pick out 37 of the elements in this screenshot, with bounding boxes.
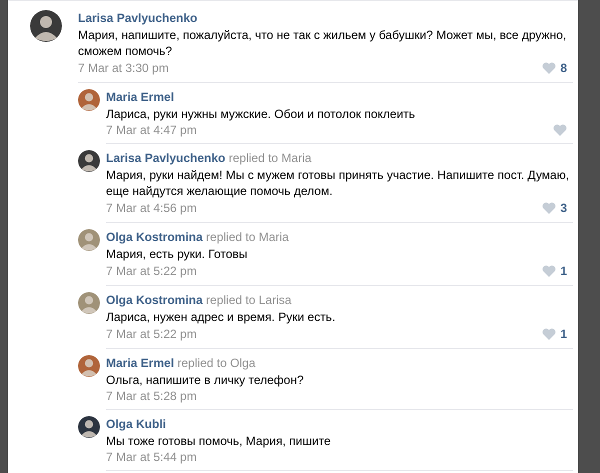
avatar[interactable] [30, 10, 62, 42]
like-count: 1 [560, 326, 567, 343]
comment-text: Лариса, руки нужны мужские. Обои и потолок поклеить [106, 106, 416, 122]
comment-date[interactable]: 7 Mar at 5:22 pm [106, 263, 197, 279]
heart-icon[interactable] [542, 328, 556, 340]
like-count: 1 [560, 263, 567, 280]
heart-icon[interactable] [542, 202, 556, 214]
avatar[interactable] [78, 150, 100, 172]
replied-to: replied to Maria [228, 151, 312, 165]
comment-text: Ольга, напишите в личку телефон? [106, 372, 305, 388]
author-name[interactable]: Maria Ermel [106, 90, 174, 104]
replied-to: replied to Olga [177, 356, 256, 370]
author-name[interactable]: Olga Kostromina [106, 230, 203, 244]
comment-text: Мы тоже готовы помочь, Мария, пишите [106, 433, 332, 449]
comment-date[interactable]: 7 Mar at 4:56 pm [106, 200, 197, 216]
like-count: 3 [560, 200, 567, 217]
author-name[interactable]: Larisa Pavlyuchenko [106, 151, 226, 165]
author-name[interactable]: Maria Ermel [106, 356, 174, 370]
like-count: 8 [560, 60, 567, 77]
author-name[interactable]: Olga Kostromina [106, 293, 203, 307]
comment-date[interactable]: 7 Mar at 5:44 pm [106, 449, 197, 465]
comment-text: Лариса, нужен адрес и время. Руки есть. [106, 309, 336, 325]
author-name[interactable]: Olga Kubli [106, 417, 166, 431]
heart-icon[interactable] [542, 265, 556, 277]
comment-text: Мария, есть руки. Готовы [106, 246, 248, 262]
heart-icon[interactable] [553, 124, 567, 136]
comment-date[interactable]: 7 Mar at 3:30 pm [78, 60, 169, 76]
replied-to: replied to Larisa [206, 293, 292, 307]
comment-date[interactable]: 7 Mar at 5:22 pm [106, 326, 197, 342]
comment-text: Мария, руки найдем! Мы с мужем готовы принять участие. Напишите пост. Думаю, еще найдутся желающие помочь делом. [106, 167, 570, 199]
heart-icon[interactable] [542, 62, 556, 74]
author-name[interactable]: Larisa Pavlyuchenko [78, 11, 198, 25]
comment-date[interactable]: 7 Mar at 4:47 pm [106, 122, 197, 138]
replied-to: replied to Maria [206, 230, 289, 244]
comment-date[interactable]: 7 Mar at 5:28 pm [106, 388, 197, 404]
avatar[interactable] [78, 416, 100, 438]
comment-text: Мария, напишите, пожалуйста, что не так с жильем у бабушки? Может мы, все дружно, сможем помочь? [78, 27, 568, 59]
